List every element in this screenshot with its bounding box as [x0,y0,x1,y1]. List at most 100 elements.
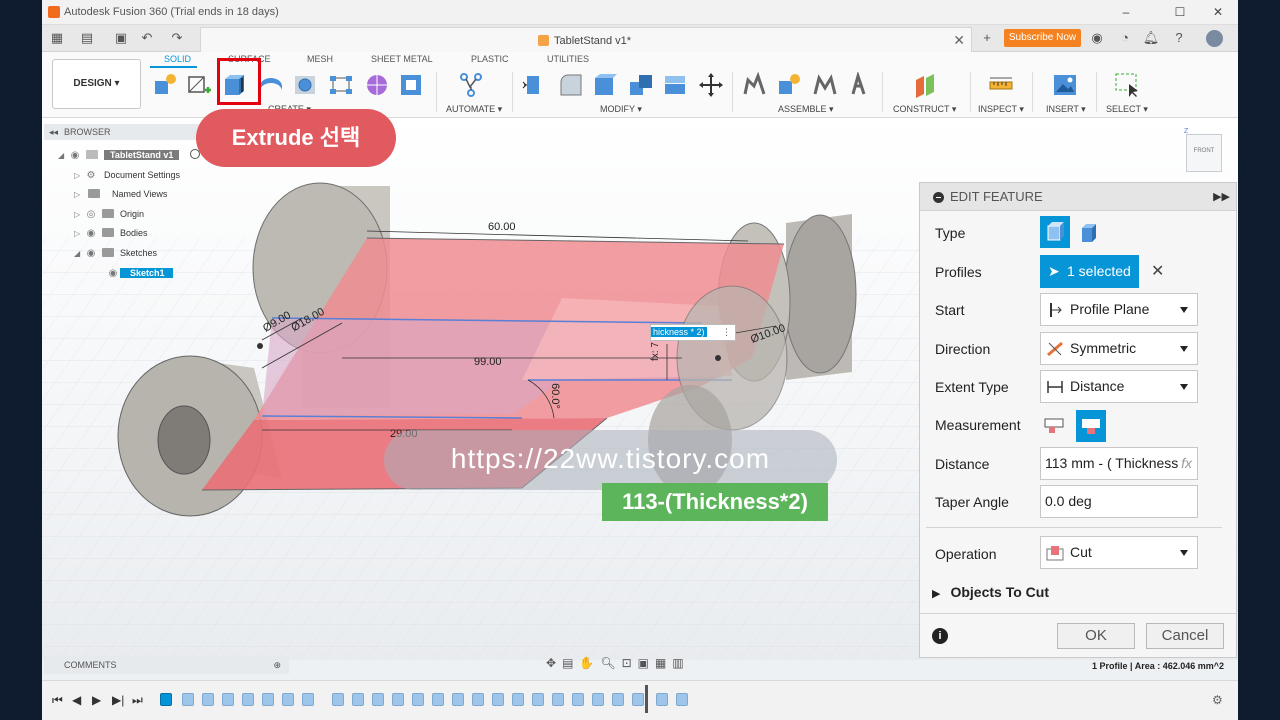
construct-group-label[interactable]: CONSTRUCT ▾ [893,104,956,115]
orbit-icon[interactable]: ✥ [546,656,562,670]
collapse-triangle-icon[interactable]: ◢ [74,246,84,262]
fit-icon[interactable]: ⊡ [622,656,638,670]
minimize-panel-icon[interactable] [933,192,944,203]
timeline-feature[interactable] [282,693,294,706]
timeline-feature-sketch[interactable] [160,693,172,706]
joint-origin-icon[interactable] [848,72,874,98]
workspace-switcher-button[interactable]: DESIGN ▾ [52,59,141,109]
collapse-triangle-icon[interactable]: ◢ [58,148,68,164]
step-back-icon[interactable]: ◀ [72,693,81,707]
timeline-feature[interactable] [182,693,194,706]
browser-item-named-views[interactable]: ▷ Named Views [74,186,167,202]
timeline-feature[interactable] [242,693,254,706]
automate-icon[interactable] [458,72,484,98]
type-solid-button[interactable] [1040,216,1070,248]
timeline-feature[interactable] [676,693,688,706]
measurement-symmetric-button[interactable] [1076,410,1106,442]
redo-icon[interactable]: ↷ [168,30,186,46]
close-icon[interactable]: ✕ [1204,4,1232,20]
fx-icon[interactable]: fx [1181,448,1192,479]
browser-item-sketches[interactable]: ◢ ◉ Sketches [74,245,157,261]
assemble-group-label[interactable]: ASSEMBLE ▾ [778,104,834,115]
taper-angle-input[interactable]: 0.0 deg [1040,485,1198,518]
eye-icon[interactable]: ◉ [84,226,98,242]
move-copy-icon[interactable] [698,72,724,98]
revolve-icon[interactable] [258,72,284,98]
subscribe-button[interactable]: Subscribe Now [1004,29,1081,47]
timeline-feature[interactable] [472,693,484,706]
direction-select[interactable]: Symmetric [1040,332,1198,365]
more-options-icon[interactable]: ⋮ [722,325,731,340]
timeline-feature[interactable] [372,693,384,706]
timeline-feature[interactable] [572,693,584,706]
timeline-feature[interactable] [656,693,668,706]
as-built-joint-icon[interactable] [812,72,838,98]
new-component-icon[interactable] [152,72,178,98]
timeline-feature[interactable] [592,693,604,706]
expand-triangle-icon[interactable]: ▷ [74,226,84,242]
go-to-start-icon[interactable]: ⏮ [52,693,63,708]
expand-triangle-icon[interactable]: ▷ [74,207,84,223]
timeline-marker[interactable] [645,685,648,713]
offset-plane-icon[interactable] [912,72,938,98]
save-icon[interactable]: ▣ [112,30,130,46]
timeline-feature[interactable] [262,693,274,706]
step-forward-icon[interactable]: ▶| [112,693,124,707]
tab-mesh[interactable]: MESH [307,54,333,64]
eye-hidden-icon[interactable]: ◎ [84,207,98,223]
form-icon[interactable] [364,72,390,98]
viewports-icon[interactable]: ▥ [672,656,689,670]
automate-group-label[interactable]: AUTOMATE ▾ [446,104,502,115]
tab-solid[interactable]: SOLID [164,54,191,64]
start-select[interactable]: Profile Plane [1040,293,1198,326]
clear-selection-icon[interactable]: ✕ [1151,261,1164,281]
ok-button[interactable]: OK [1057,623,1135,649]
measure-icon[interactable] [988,72,1014,98]
tab-utilities[interactable]: UTILITIES [547,54,589,64]
browser-item-origin[interactable]: ▷ ◎ Origin [74,206,144,222]
display-settings-icon[interactable]: ▣ [638,656,655,670]
browser-item-bodies[interactable]: ▷ ◉ Bodies [74,225,148,241]
tab-sheet-metal[interactable]: SHEET METAL [371,54,433,64]
timeline-feature[interactable] [352,693,364,706]
eye-icon[interactable]: ◉ [84,246,98,262]
press-pull-icon[interactable] [522,72,548,98]
select-group-label[interactable]: SELECT ▾ [1106,104,1148,115]
timeline-settings-gear-icon[interactable]: ⚙ [1212,693,1223,707]
navigation-bar[interactable]: ✥▤✋🔍︎⊡▣▦▥ [546,656,690,670]
new-component-assemble-icon[interactable] [742,72,768,98]
timeline-feature[interactable] [532,693,544,706]
dimension-99[interactable]: 99.00 [474,356,502,368]
chamfer-icon[interactable] [592,72,618,98]
shell-icon[interactable] [628,72,654,98]
go-to-end-icon[interactable]: ⏭ [132,693,143,708]
select-window-icon[interactable] [1114,72,1140,98]
insert-group-label[interactable]: INSERT ▾ [1046,104,1086,115]
timeline-feature[interactable] [392,693,404,706]
timeline-feature[interactable] [432,693,444,706]
timeline-feature[interactable] [332,693,344,706]
timeline-feature[interactable] [452,693,464,706]
pan-icon[interactable]: ✋ [579,656,600,670]
create-sketch-icon[interactable] [186,72,212,98]
maximize-icon[interactable]: ☐ [1166,4,1194,20]
timeline-feature[interactable] [552,693,564,706]
look-at-icon[interactable]: ▤ [562,656,579,670]
eye-icon[interactable]: ◉ [68,148,82,164]
browser-item-sketch1[interactable]: ◉ Sketch1 [106,265,173,281]
play-icon[interactable]: ▶ [92,693,101,707]
minimize-icon[interactable]: – [1112,4,1140,20]
timeline-feature[interactable] [632,693,644,706]
expand-panel-icon[interactable]: ▶▶ [1213,183,1230,211]
document-tab[interactable]: TabletStand v1* ✕ [200,27,972,52]
timeline-feature[interactable] [512,693,524,706]
inspect-group-label[interactable]: INSPECT ▾ [978,104,1024,115]
job-status-icon[interactable]: ◔ [1116,30,1134,46]
timeline-feature[interactable] [612,693,624,706]
operation-select[interactable]: Cut [1040,536,1198,569]
insert-image-icon[interactable] [1052,72,1078,98]
modify-group-label[interactable]: MODIFY ▾ [600,104,642,115]
close-tab-icon[interactable]: ✕ [953,32,965,49]
objects-to-cut-toggle[interactable]: ▶ Objects To Cut [932,584,1049,600]
comments-panel[interactable]: COMMENTS ⊕ [44,656,289,674]
